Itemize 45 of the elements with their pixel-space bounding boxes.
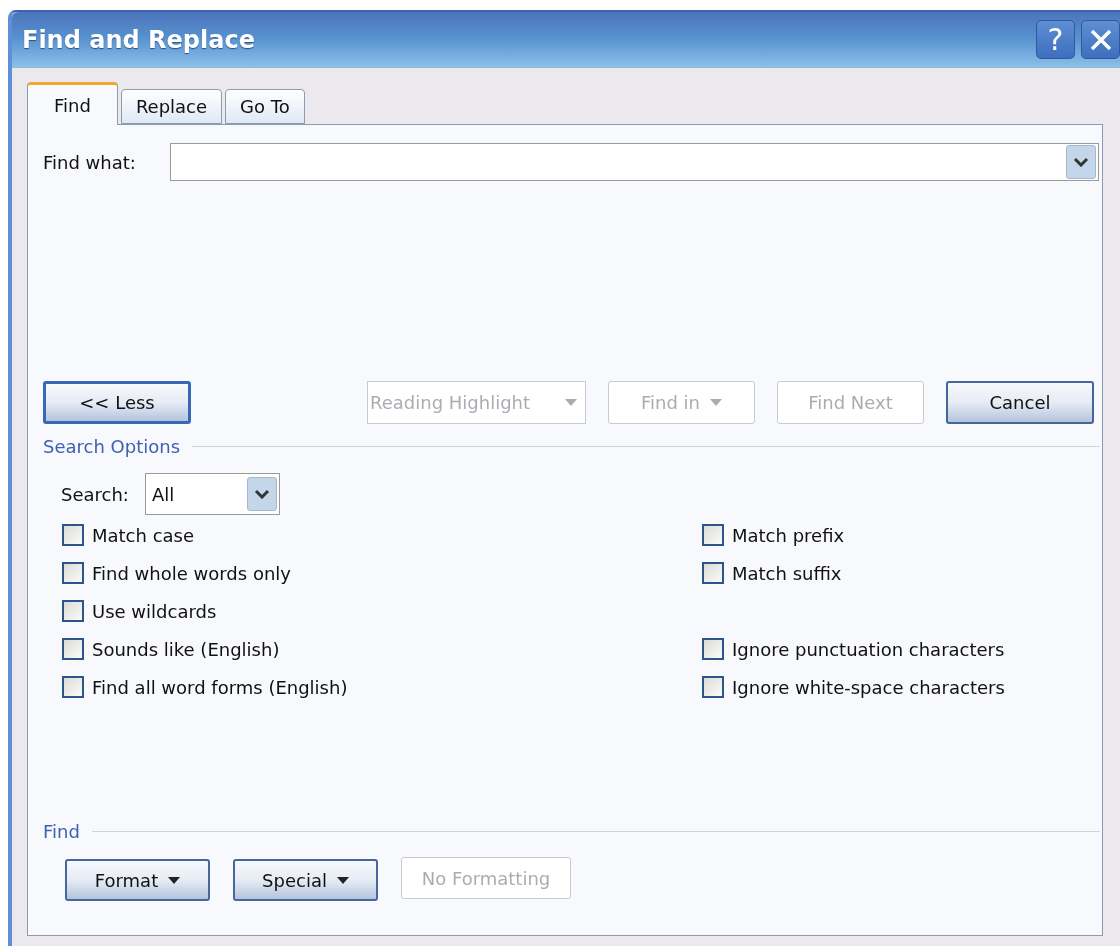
option-label: Find all word forms (English) — [92, 676, 348, 698]
action-button[interactable]: Cancel — [946, 381, 1094, 424]
dropdown-value: Reading Highlight — [370, 392, 531, 413]
field-label: Search: — [61, 483, 129, 505]
section-heading: Find — [43, 821, 80, 842]
tab[interactable]: Replace — [120, 89, 223, 124]
action-button[interactable]: << Less — [43, 381, 191, 424]
option-label: Match case — [92, 524, 195, 546]
tab[interactable]: Find — [27, 82, 118, 125]
dropdown-button[interactable] — [1066, 145, 1096, 179]
checkbox[interactable] — [62, 562, 84, 584]
checkbox[interactable] — [62, 600, 84, 622]
option-label: Sounds like (English) — [92, 638, 280, 660]
dropdown-button[interactable] — [246, 477, 277, 511]
checkbox[interactable] — [702, 676, 724, 698]
caret-icon — [336, 876, 349, 884]
checkbox[interactable] — [62, 676, 84, 698]
menu-button[interactable]: Special — [233, 859, 378, 901]
option-label: Match prefix — [732, 524, 845, 546]
checkbox[interactable] — [702, 524, 724, 546]
select-value: All — [151, 483, 175, 505]
caret-icon — [710, 399, 722, 406]
chevron-down-icon — [253, 489, 270, 499]
checkbox[interactable] — [702, 638, 724, 660]
chevron-down-icon — [1073, 157, 1089, 167]
section-heading: Search Options — [43, 436, 180, 457]
caret-icon — [565, 399, 577, 406]
checkbox[interactable] — [62, 524, 84, 546]
help-button[interactable]: ? — [1036, 20, 1075, 59]
search-select[interactable]: All — [144, 473, 280, 515]
caret-icon — [168, 876, 181, 884]
tab[interactable]: Go To — [225, 89, 305, 124]
checkbox[interactable] — [702, 562, 724, 584]
option-label: Ignore white-space characters — [732, 676, 1005, 698]
menu-button[interactable]: Format — [65, 859, 210, 901]
checkbox[interactable] — [62, 638, 84, 660]
find-what-field[interactable] — [169, 143, 1099, 181]
close-icon — [1088, 27, 1113, 52]
option-label: Match suffix — [732, 562, 842, 584]
option-label: Use wildcards — [92, 600, 217, 622]
window-title: Find and Replace — [22, 25, 255, 54]
close-button[interactable] — [1081, 20, 1120, 59]
field-label: Find what: — [43, 151, 136, 173]
option-label: Ignore punctuation characters — [732, 638, 1005, 660]
option-label: Find whole words only — [92, 562, 291, 584]
